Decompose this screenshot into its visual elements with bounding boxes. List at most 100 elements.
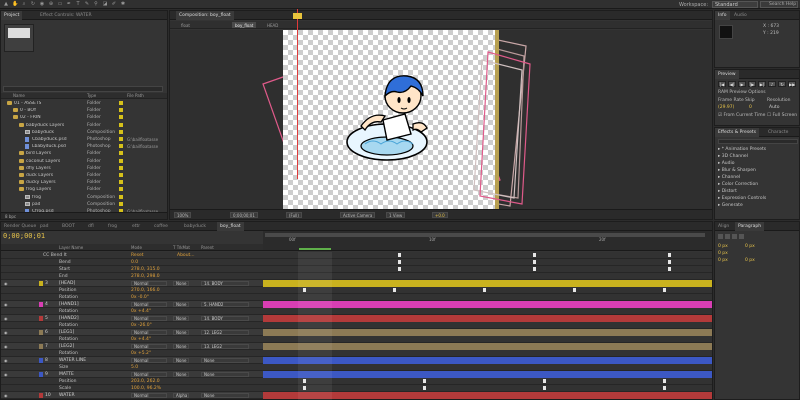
full-screen-checkbox[interactable]: ☐ Full Screen: [767, 113, 797, 118]
layer-label-color[interactable]: [39, 372, 43, 377]
keyframe[interactable]: [533, 260, 536, 264]
parent-select[interactable]: None: [201, 358, 249, 363]
track-matte-select[interactable]: None: [173, 344, 189, 349]
blend-mode-select[interactable]: Normal: [131, 372, 167, 377]
blend-mode-select[interactable]: Normal: [131, 302, 167, 307]
track-matte-select[interactable]: None: [173, 358, 189, 363]
fps-value[interactable]: (29.97): [718, 105, 734, 110]
work-area-bar[interactable]: [265, 233, 705, 237]
indent-right[interactable]: 0 px: [745, 244, 755, 249]
property-value[interactable]: 0x +4.4°: [131, 309, 151, 314]
parent-select[interactable]: 5. HAND2: [201, 302, 249, 307]
col-type[interactable]: Type: [87, 93, 96, 98]
search-help-input[interactable]: Search Help: [760, 1, 798, 8]
property-value[interactable]: 0x -0.0°: [131, 295, 149, 300]
tab-effects-presets[interactable]: Effects & Presets: [715, 128, 760, 137]
eraser-tool-icon[interactable]: ◪: [102, 1, 108, 7]
timeline-layer-row[interactable]: ◉ 8 WATER LINE Normal None None: [1, 357, 712, 364]
puppet-tool-icon[interactable]: ✱: [120, 1, 126, 7]
layer-label-color[interactable]: [39, 302, 43, 307]
property-value[interactable]: 0x +5.2°: [131, 351, 151, 356]
blend-mode-select[interactable]: Normal: [131, 393, 167, 398]
zoom-tool-icon[interactable]: ⌕: [21, 1, 27, 7]
keyframe[interactable]: [668, 260, 671, 264]
project-item[interactable]: coconut Layers Folder: [1, 158, 167, 165]
project-item[interactable]: babyduck Composition: [1, 129, 167, 136]
keyframe[interactable]: [483, 288, 486, 292]
parent-select[interactable]: 14. BODY: [201, 281, 249, 286]
property-value[interactable]: 278.0, 298.0: [131, 274, 160, 279]
ram-preview-button[interactable]: ▶▶: [788, 81, 796, 87]
visibility-eye-icon[interactable]: [4, 365, 9, 369]
visibility-eye-icon[interactable]: [4, 260, 9, 264]
effects-search-input[interactable]: [718, 139, 798, 144]
workspace-select[interactable]: Standard: [712, 1, 758, 8]
label-color-swatch[interactable]: [119, 108, 123, 113]
timeline-property-row[interactable]: Start 278.0, 315.0: [1, 266, 712, 273]
project-item[interactable]: 0 - BOY Folder: [1, 107, 167, 114]
property-value[interactable]: 100.0, 96.2%: [131, 386, 161, 391]
pan-behind-tool-icon[interactable]: ⊕: [48, 1, 54, 7]
visibility-eye-icon[interactable]: ◉: [4, 358, 9, 363]
keyframe[interactable]: [663, 288, 666, 292]
tab-paragraph[interactable]: Paragraph: [735, 222, 765, 231]
visibility-eye-icon[interactable]: [4, 295, 9, 299]
timeline-tab[interactable]: Render Queue: [1, 222, 39, 231]
project-item[interactable]: 02 - FRIN Folder: [1, 114, 167, 121]
next-frame-button[interactable]: |▶: [748, 81, 756, 87]
timeline-tab[interactable]: pad: [37, 222, 51, 231]
label-color-swatch[interactable]: [119, 187, 123, 192]
visibility-eye-icon[interactable]: [4, 351, 9, 355]
effects-category[interactable]: ▸ Blur & Sharpen: [718, 168, 756, 173]
crumb-head[interactable]: HEAD: [264, 22, 281, 28]
timeline-property-row[interactable]: Size 5.0: [1, 364, 712, 371]
timeline-property-row[interactable]: Rotation 0x +4.4°: [1, 308, 712, 315]
col-parent[interactable]: Parent: [201, 245, 214, 250]
comp-viewer[interactable]: [170, 30, 712, 210]
bit-depth-label[interactable]: 8 bpc: [5, 214, 16, 219]
visibility-eye-icon[interactable]: [4, 274, 9, 278]
layer-label-color[interactable]: [39, 330, 43, 335]
effects-category[interactable]: ▸ 3D Channel: [718, 154, 748, 159]
keyframe[interactable]: [533, 267, 536, 271]
blend-mode-select[interactable]: Normal: [131, 358, 167, 363]
space-after[interactable]: 0 px: [745, 258, 755, 263]
keyframe[interactable]: [668, 253, 671, 257]
layer-name[interactable]: [LEG1]: [59, 330, 74, 335]
effects-category[interactable]: ▸ Generate: [718, 203, 743, 208]
effects-category[interactable]: ▸ * Animation Presets: [718, 147, 766, 152]
keyframe[interactable]: [543, 386, 546, 390]
indent-first[interactable]: 0 px: [718, 251, 728, 256]
timeline-layer-row[interactable]: ◉ 9 MATTE Normal None None: [1, 371, 712, 378]
type-tool-icon[interactable]: T: [75, 1, 81, 7]
visibility-eye-icon[interactable]: ◉: [4, 316, 9, 321]
timeline-tab[interactable]: ettr: [129, 222, 143, 231]
track-matte-select[interactable]: None: [173, 281, 189, 286]
keyframe[interactable]: [543, 379, 546, 383]
layer-name[interactable]: MATTE: [59, 372, 74, 377]
rotate-tool-icon[interactable]: ↻: [30, 1, 36, 7]
layer-label-color[interactable]: [39, 393, 43, 398]
visibility-eye-icon[interactable]: [4, 379, 9, 383]
keyframe[interactable]: [573, 288, 576, 292]
property-about-link[interactable]: About...: [177, 253, 195, 258]
col-name[interactable]: Name: [13, 93, 25, 98]
keyframe[interactable]: [423, 379, 426, 383]
timeline-layer-row[interactable]: ◉ 7 [LEG2] Normal None 13. LEG2: [1, 343, 712, 350]
col-mode[interactable]: Mode: [131, 245, 142, 250]
layer-label-color[interactable]: [39, 358, 43, 363]
play-button[interactable]: ▶: [738, 81, 746, 87]
property-value[interactable]: 0x -26.0°: [131, 323, 152, 328]
tab-audio[interactable]: Audio: [731, 11, 750, 20]
blend-mode-select[interactable]: Normal: [131, 316, 167, 321]
visibility-eye-icon[interactable]: [4, 323, 9, 327]
keyframe[interactable]: [393, 288, 396, 292]
label-color-swatch[interactable]: [119, 165, 123, 170]
last-frame-button[interactable]: ▶|: [758, 81, 766, 87]
layer-name[interactable]: [HEAD]: [59, 281, 75, 286]
parent-select[interactable]: 13. LEG2: [201, 344, 249, 349]
property-value[interactable]: 278.0, 315.0: [131, 267, 160, 272]
project-item[interactable]: 01 - ASSETS Folder: [1, 100, 167, 107]
skip-value[interactable]: 0: [749, 105, 752, 110]
layer-label-color[interactable]: [39, 281, 43, 286]
